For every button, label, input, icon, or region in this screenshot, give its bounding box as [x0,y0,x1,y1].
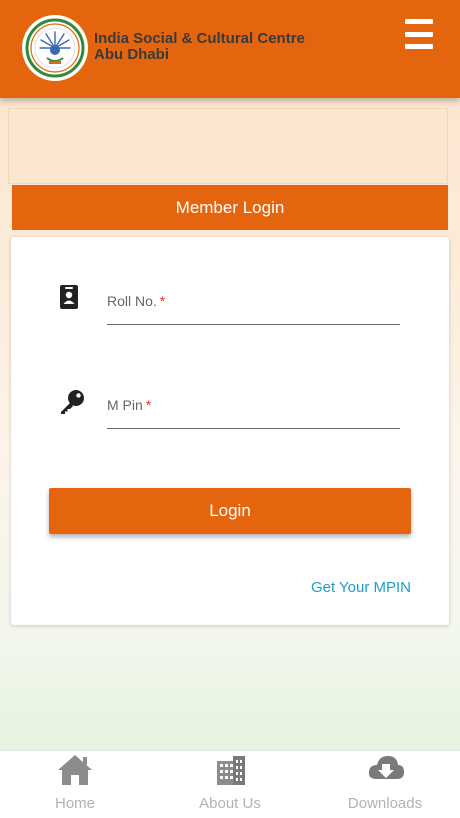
nav-item-home[interactable]: Home [0,751,150,818]
banner-strip [8,108,448,184]
hamburger-menu-icon[interactable] [405,19,437,49]
roll-no-field[interactable]: Roll No. * [107,293,400,325]
app-header: India Social & Cultural Centre Abu Dhabi [0,0,460,98]
roll-no-input[interactable] [107,299,400,321]
mpin-field[interactable]: M Pin * [107,397,400,429]
app-title: India Social & Cultural Centre Abu Dhabi [94,31,305,63]
get-mpin-link[interactable]: Get Your MPIN [311,579,411,596]
nav-label-downloads: Downloads [347,795,423,812]
isc-logo[interactable] [22,15,88,81]
app-title-line1: India Social & Cultural Centre [94,30,305,47]
home-icon [56,753,94,792]
nav-item-about-us[interactable]: About Us [155,751,305,818]
cloud-download-icon [367,753,405,788]
app-title-line2: Abu Dhabi [94,46,169,63]
nav-item-downloads[interactable]: Downloads [310,751,460,818]
id-badge-icon [60,285,78,314]
login-button[interactable]: Login [49,488,411,534]
key-icon [59,389,85,420]
bottom-nav: Home About Us Downloads [0,750,460,818]
member-login-heading: Member Login [12,185,448,230]
login-card: Roll No. * M Pin * Login Get Your MPIN [11,237,449,625]
nav-label-about-us: About Us [199,795,261,812]
mpin-input[interactable] [107,403,400,425]
nav-label-home: Home [54,795,95,812]
building-icon [214,753,248,792]
